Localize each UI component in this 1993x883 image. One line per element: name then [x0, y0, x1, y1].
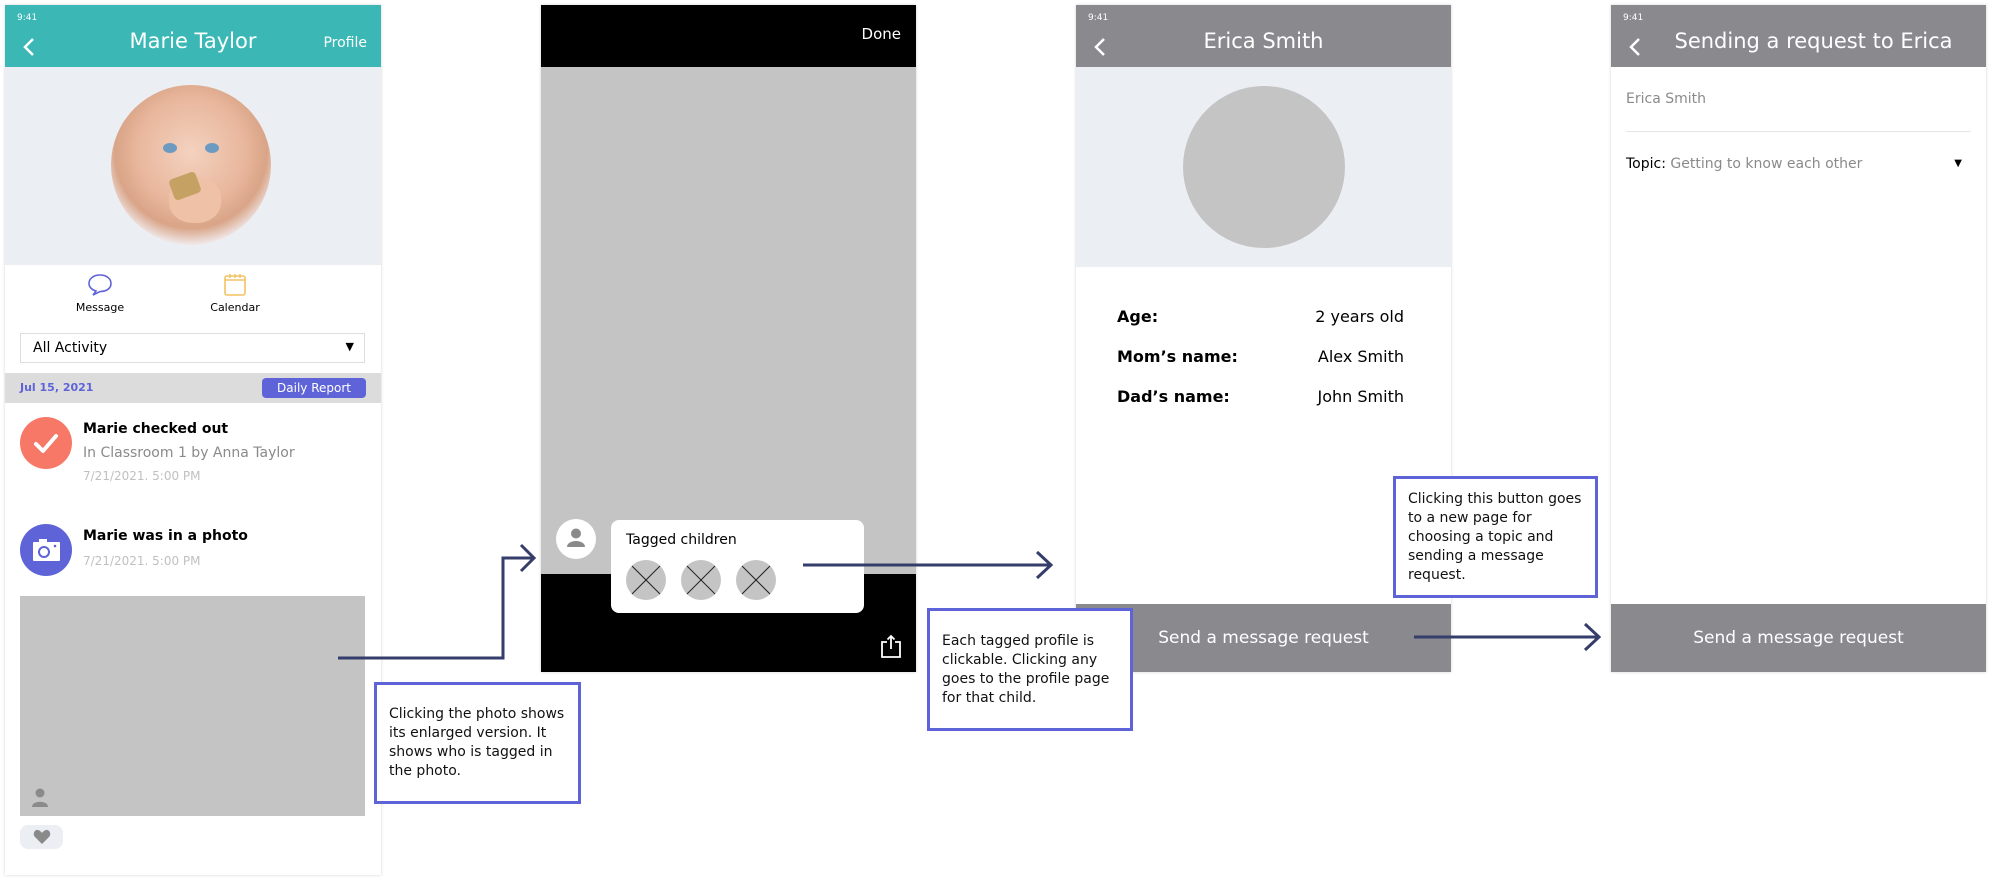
done-button[interactable]: Done: [862, 25, 901, 43]
annotation-tagged-profile: Each tagged profile is clickable. Clicki…: [927, 608, 1133, 731]
annotation-text: Clicking this button goes to a new page …: [1408, 490, 1582, 583]
annotation-send-button: Clicking this button goes to a new page …: [1393, 476, 1598, 598]
enlarged-photo: [541, 67, 916, 574]
info-value: Alex Smith: [1317, 347, 1404, 366]
tagged-children-title: Tagged children: [626, 532, 737, 548]
nav-bar: 9:41 Sending a request to Erica: [1611, 5, 1986, 67]
tagged-child-avatar[interactable]: [626, 560, 666, 600]
feed-item-photo[interactable]: Marie was in a photo 7/21/2021. 5:00 PM: [20, 524, 365, 584]
avatar-eye: [163, 143, 177, 153]
photo-viewer-screen: Done Tagged children: [541, 5, 916, 672]
topic-value: Getting to know each other: [1670, 156, 1863, 172]
feed-time: 7/21/2021. 5:00 PM: [83, 554, 201, 568]
filter-value: All Activity: [33, 340, 108, 356]
send-request-screen: 9:41 Sending a request to Erica Erica Sm…: [1611, 5, 1986, 672]
info-row-dad: Dad’s name: John Smith: [1117, 387, 1404, 406]
activity-filter-select[interactable]: All Activity ▼: [20, 333, 365, 363]
info-value: John Smith: [1317, 387, 1404, 406]
tag-toggle-button[interactable]: [556, 519, 596, 559]
quick-actions: Message Calendar: [5, 265, 381, 323]
calendar-action[interactable]: Calendar: [195, 273, 275, 314]
date-bar: Jul 15, 2021 Daily Report: [5, 373, 381, 403]
nav-bar: 9:41 Marie Taylor Profile: [5, 5, 381, 67]
tagged-child-avatar[interactable]: [681, 560, 721, 600]
info-label: Age:: [1117, 307, 1159, 326]
status-time: 9:41: [1088, 13, 1109, 23]
status-time: 9:41: [17, 13, 38, 23]
feed-title: Marie was in a photo: [83, 528, 248, 544]
avatar-eye: [205, 143, 219, 153]
recipient-field: Erica Smith: [1626, 91, 1706, 107]
like-button[interactable]: [20, 825, 63, 849]
info-row-age: Age: 2 years old: [1117, 307, 1404, 326]
info-value: 2 years old: [1315, 307, 1404, 326]
info-label: Dad’s name:: [1117, 387, 1230, 406]
feed-date: Jul 15, 2021: [20, 381, 94, 394]
info-label: Mom’s name:: [1117, 347, 1238, 366]
page-title: Erica Smith: [1203, 29, 1324, 53]
calendar-icon: [224, 274, 246, 296]
person-tag-icon: [32, 788, 48, 807]
message-action[interactable]: Message: [60, 273, 140, 314]
photo-badge: [20, 524, 72, 576]
nav-bar: 9:41 Erica Smith: [1076, 5, 1451, 67]
annotation-text: Each tagged profile is clickable. Clicki…: [942, 632, 1110, 706]
feed-title: Marie checked out: [83, 421, 229, 437]
feed-item-checkout[interactable]: Marie checked out In Classroom 1 by Anna…: [20, 417, 365, 497]
share-icon[interactable]: [880, 633, 902, 659]
dropdown-caret-icon[interactable]: ▼: [1954, 158, 1962, 169]
page-title: Sending a request to Erica: [1674, 29, 1953, 53]
info-row-mom: Mom’s name: Alex Smith: [1117, 347, 1404, 366]
topic-select[interactable]: Topic: Getting to know each other: [1626, 156, 1862, 172]
person-icon: [567, 528, 585, 547]
checkout-badge: [20, 417, 72, 469]
send-message-request-button[interactable]: Send a message request: [1611, 604, 1986, 672]
topic-label: Topic:: [1626, 156, 1666, 172]
divider: [1626, 131, 1971, 132]
dropdown-caret-icon: ▼: [345, 340, 354, 353]
profile-hero: [5, 67, 381, 265]
tagged-children-card: Tagged children: [611, 520, 864, 613]
calendar-label: Calendar: [210, 301, 260, 314]
profile-link[interactable]: Profile: [323, 35, 367, 51]
annotation-text: Clicking the photo shows its enlarged ve…: [389, 706, 565, 779]
activity-feed-screen: 9:41 Marie Taylor Profile Message Calend…: [5, 5, 381, 875]
daily-report-button[interactable]: Daily Report: [262, 378, 366, 398]
checkmark-icon: [34, 434, 58, 453]
profile-photo-placeholder: [1183, 86, 1345, 248]
profile-hero: [1076, 67, 1451, 267]
tagged-child-avatar[interactable]: [736, 560, 776, 600]
status-time: 9:41: [1623, 13, 1644, 23]
message-label: Message: [75, 301, 125, 314]
child-avatar: [111, 85, 271, 245]
heart-icon: [33, 829, 51, 844]
speech-bubble-icon: [88, 274, 112, 296]
feed-subtitle: In Classroom 1 by Anna Taylor: [83, 445, 295, 461]
feed-photo[interactable]: [20, 596, 365, 816]
camera-icon: [33, 539, 60, 561]
annotation-photo: Clicking the photo shows its enlarged ve…: [374, 682, 581, 804]
feed-time: 7/21/2021. 5:00 PM: [83, 469, 201, 483]
